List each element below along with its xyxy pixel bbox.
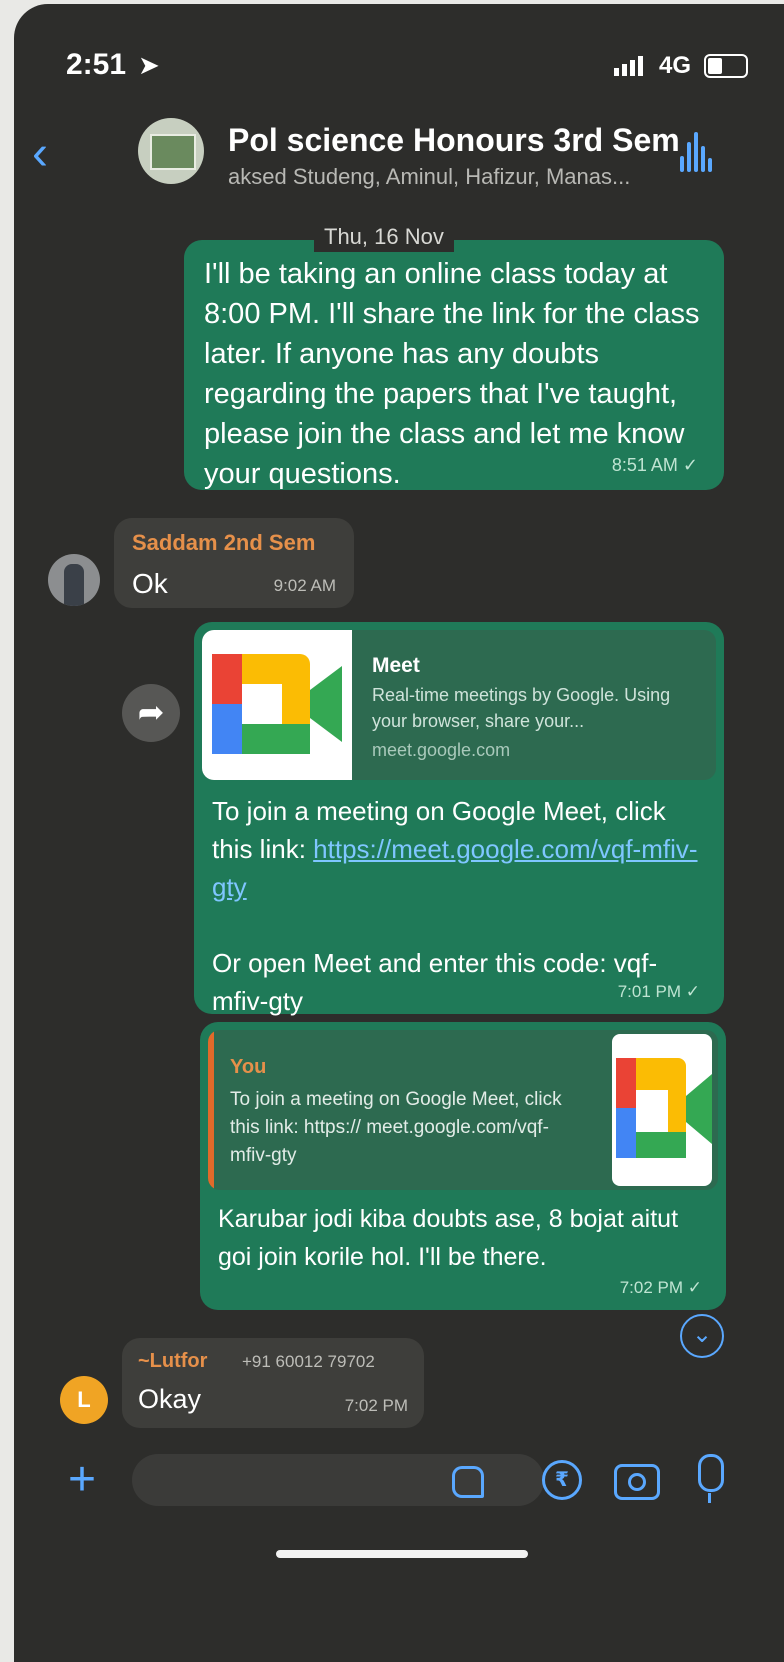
preview-domain: meet.google.com	[372, 740, 511, 760]
message-time: 7:02 PM	[344, 1396, 408, 1415]
message-text: Okay	[138, 1384, 202, 1414]
message-text: Ok	[132, 568, 168, 599]
sticker-icon[interactable]	[452, 1466, 484, 1498]
date-separator: Thu, 16 Nov	[314, 222, 454, 252]
forward-icon[interactable]: ➦	[122, 684, 180, 742]
home-indicator[interactable]	[276, 1550, 528, 1558]
phone-screen: 2:51 ➤ 4G ‹ Pol science Honours 3rd Sem …	[14, 4, 784, 1662]
message-bubble-incoming[interactable]: ~Lutfor +91 60012 79702 Okay 7:02 PM	[122, 1338, 424, 1428]
sender-phone: +91 60012 79702	[242, 1352, 375, 1371]
link-preview[interactable]: Meet Real-time meetings by Google. Using…	[202, 630, 716, 780]
message-time: 9:02 AM	[273, 576, 336, 595]
microphone-icon[interactable]	[698, 1454, 724, 1503]
avatar[interactable]	[48, 554, 100, 606]
group-members[interactable]: aksed Studeng, Aminul, Hafizur, Manas...	[228, 164, 630, 190]
avatar[interactable]: L	[60, 1376, 108, 1424]
message-time: 7:01 PM ✓	[617, 982, 700, 1001]
sender-name[interactable]: Saddam 2nd Sem	[132, 530, 315, 556]
voice-wave-icon[interactable]	[680, 132, 715, 172]
sender-name[interactable]: ~Lutfor	[138, 1350, 207, 1373]
quoted-text: To join a meeting on Google Meet, click …	[230, 1089, 562, 1166]
plus-icon[interactable]: +	[68, 1456, 96, 1504]
chat-header: ‹ Pol science Honours 3rd Sem aksed Stud…	[14, 114, 784, 214]
message-bubble-outgoing[interactable]: I'll be taking an online class today at …	[184, 240, 724, 490]
chevron-left-icon[interactable]: ‹	[32, 126, 48, 181]
message-bubble-outgoing[interactable]: Meet Real-time meetings by Google. Using…	[194, 622, 724, 1016]
message-bubble-incoming[interactable]: Saddam 2nd Sem Ok 9:02 AM	[114, 518, 354, 608]
message-text: Karubar jodi kiba doubts ase, 8 bojat ai…	[218, 1205, 679, 1271]
location-arrow-icon: ➤	[138, 50, 160, 80]
chevron-down-circle-icon[interactable]: ⌄	[680, 1314, 724, 1358]
status-bar: 2:51 ➤ 4G	[14, 4, 784, 114]
signal-bars-icon	[614, 56, 646, 76]
message-bubble-outgoing[interactable]: You To join a meeting on Google Meet, cl…	[200, 1022, 726, 1310]
google-meet-logo	[202, 630, 352, 780]
status-time: 2:51	[66, 48, 127, 81]
google-meet-thumbnail	[612, 1034, 712, 1186]
sent-check-icon: ✓	[687, 1278, 702, 1297]
preview-description: Real-time meetings by Google. Using your…	[372, 685, 671, 731]
quoted-reply[interactable]: You To join a meeting on Google Meet, cl…	[208, 1030, 718, 1190]
preview-title: Meet	[372, 654, 420, 677]
message-time: 8:51 AM ✓	[611, 455, 698, 475]
camera-icon[interactable]	[614, 1464, 660, 1500]
message-time: 7:02 PM ✓	[619, 1278, 702, 1297]
quoted-sender: You	[230, 1056, 267, 1078]
rupee-icon[interactable]: ₹	[542, 1460, 582, 1500]
group-avatar[interactable]	[138, 118, 204, 184]
battery-icon	[704, 54, 748, 78]
sent-check-icon: ✓	[682, 455, 698, 475]
group-title[interactable]: Pol science Honours 3rd Sem	[228, 122, 680, 159]
network-type: 4G	[659, 52, 692, 79]
sent-check-icon: ✓	[685, 982, 700, 1001]
message-composer: + ₹	[14, 1444, 784, 1544]
